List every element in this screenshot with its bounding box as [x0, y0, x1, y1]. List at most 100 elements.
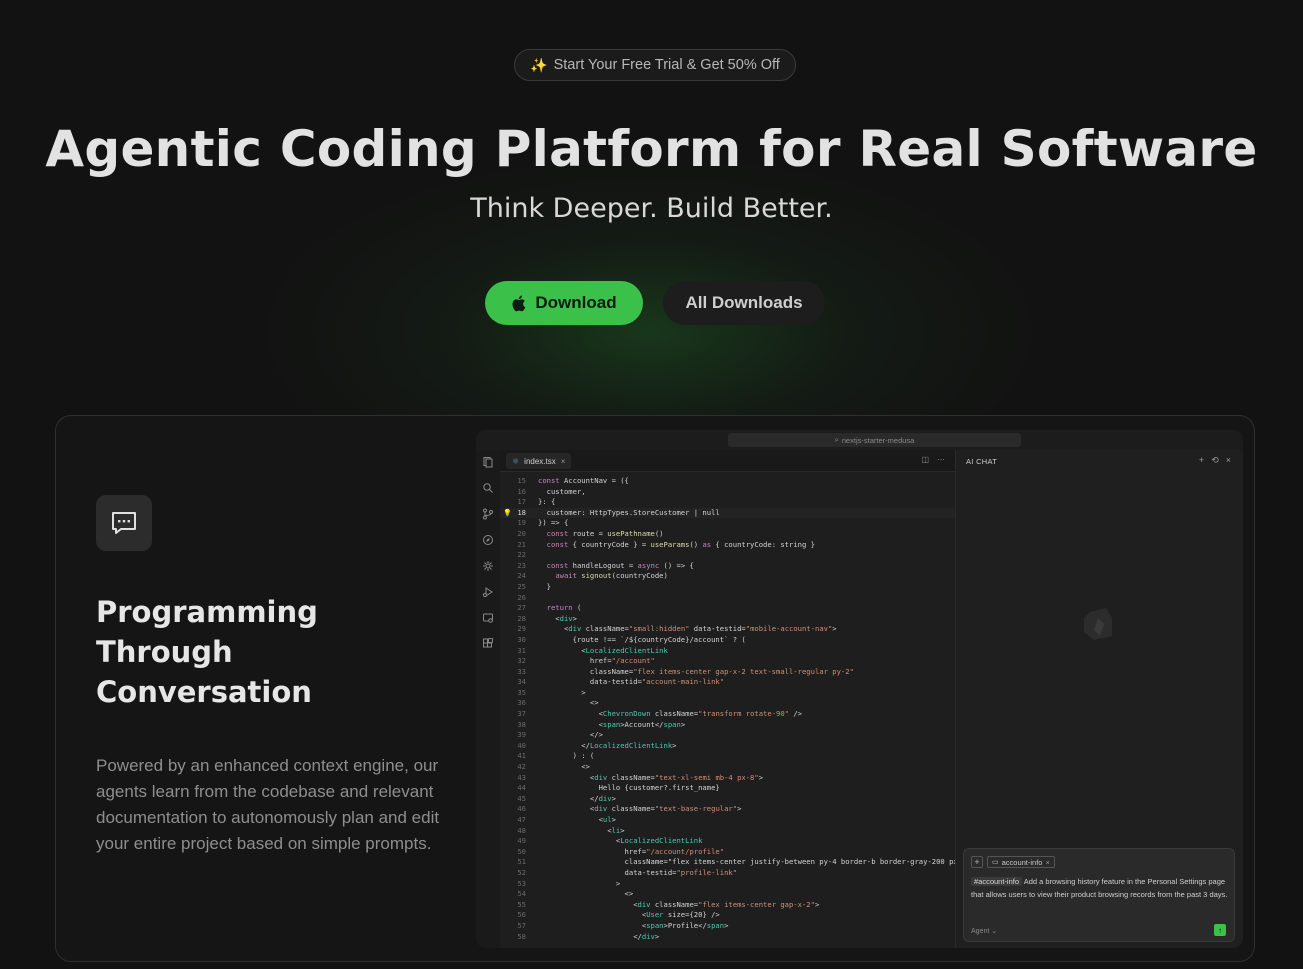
line-number: 50 [517, 846, 526, 856]
split-editor-icon[interactable]: ◫ [921, 455, 929, 464]
code-text: <div className="flex items-center gap-x-… [538, 899, 820, 909]
line-number: 31 [517, 645, 526, 655]
code-lines: 15 const AccountNav = ({16 customer, 17}: … [500, 476, 962, 942]
code-text: href="/account" [538, 656, 655, 666]
all-downloads-button[interactable]: All Downloads [663, 281, 825, 325]
line-number: 49 [517, 836, 526, 846]
line-number: 29 [517, 624, 526, 634]
code-text: <div> [538, 613, 577, 623]
line-number: 39 [517, 730, 526, 740]
history-icon[interactable]: ⟲ [1211, 455, 1219, 466]
code-text: <User size={20} /> [538, 910, 720, 920]
chat-bubble-icon [96, 495, 152, 551]
search-icon[interactable] [482, 482, 494, 494]
code-line: 36 <> [500, 698, 955, 709]
line-number: 20 [517, 528, 526, 538]
line-number: 43 [517, 772, 526, 782]
code-line: 17}: { [500, 497, 955, 508]
agent-mode-select[interactable]: Agent ⌄ [971, 927, 997, 935]
code-line: 41 ) : ( [500, 751, 955, 762]
code-line: 15 const AccountNav = ({ [500, 476, 955, 487]
extensions-icon[interactable] [482, 638, 494, 650]
code-line: 50 href="/account/profile" [500, 847, 955, 858]
compass-icon[interactable] [482, 534, 494, 546]
code-editor[interactable]: ⚛ index.tsx × ◫ ⋯ 15 const AccountNav = (… [500, 450, 962, 948]
ide-screenshot: ⌕ nextjs-starter-medusa ⚛ index.tsx × ◫ … [476, 430, 1243, 948]
code-text: const { countryCode } = useParams() as {… [546, 539, 815, 549]
code-text: </div> [538, 931, 660, 941]
code-text: const handleLogout = async () => { [546, 560, 694, 570]
code-line: 52 data-testid="profile-link" [500, 868, 955, 879]
code-line: 19}) => { [500, 518, 955, 529]
mode-label: Agent [971, 928, 990, 935]
code-text: const AccountNav = ({ [538, 476, 629, 485]
react-file-icon: ⚛ [512, 456, 520, 466]
context-chip-label: account-info [1001, 857, 1043, 867]
line-number: 53 [517, 878, 526, 888]
code-line: 38 <span>Account</span> [500, 720, 955, 731]
code-line: 40 </LocalizedClientLink> [500, 741, 955, 752]
files-icon[interactable] [482, 456, 494, 468]
more-icon[interactable]: ⋯ [937, 455, 945, 464]
ide-search-bar[interactable]: ⌕ nextjs-starter-medusa [728, 433, 1021, 447]
chat-input-text[interactable]: #account-info Add a browsing history fea… [971, 875, 1229, 901]
line-number: 54 [517, 889, 526, 899]
code-line: 33 className="flex items-center gap-x-2 … [500, 667, 955, 678]
line-number: 25 [517, 581, 526, 591]
line-number: 33 [517, 666, 526, 676]
close-icon[interactable]: × [1045, 858, 1049, 867]
code-line: 35 > [500, 688, 955, 699]
remote-icon[interactable] [482, 612, 494, 624]
close-icon[interactable]: × [561, 457, 566, 466]
code-line: 49 <LocalizedClientLink [500, 836, 955, 847]
code-text: <span>Account</span> [538, 719, 686, 729]
tab-index-tsx[interactable]: ⚛ index.tsx × [506, 453, 572, 469]
new-chat-icon[interactable]: + [1199, 455, 1204, 466]
download-button[interactable]: Download [485, 281, 643, 325]
line-number: 35 [517, 687, 526, 697]
close-icon[interactable]: × [1226, 455, 1231, 466]
lightbulb-icon[interactable]: 💡 [503, 508, 512, 519]
chat-input-box[interactable]: + ▭ account-info × #account-info Add a b… [963, 848, 1235, 942]
code-line: 46 <div className="text-base-regular"> [500, 804, 955, 815]
context-chip[interactable]: ▭ account-info × [987, 856, 1055, 868]
line-number: 26 [517, 592, 526, 602]
line-number: 36 [517, 698, 526, 708]
code-text: className="flex items-center justify-bet… [538, 857, 963, 867]
code-text: <> [538, 762, 590, 772]
code-text: ) : ( [538, 751, 595, 761]
code-line: 28 <div> [500, 614, 955, 625]
context-tag: #account-info [971, 877, 1023, 886]
line-number: 52 [517, 867, 526, 877]
code-text: href="/account/profile" [538, 846, 725, 856]
apple-icon [512, 295, 526, 311]
chat-title: AI CHAT [966, 457, 998, 466]
line-number: 37 [517, 709, 526, 719]
line-number: 41 [517, 751, 526, 761]
source-control-icon[interactable] [482, 508, 494, 520]
code-line: 45 </div> [500, 794, 955, 805]
ide-search-text: nextjs-starter-medusa [841, 435, 915, 445]
line-number: 23 [517, 560, 526, 570]
promo-pill[interactable]: ✨ Start Your Free Trial & Get 50% Off [514, 49, 796, 81]
line-number: 58 [517, 931, 526, 941]
code-text: <div className="text-base-regular"> [538, 804, 742, 814]
line-number: 47 [517, 815, 526, 824]
line-number: 24 [517, 571, 526, 581]
line-number: 46 [517, 804, 526, 814]
send-button[interactable]: ↑ [1214, 924, 1226, 936]
line-number: 30 [517, 634, 526, 644]
line-number: 56 [517, 910, 526, 920]
code-line: 29 <div className="small:hidden" data-te… [500, 624, 955, 635]
code-line: 47 <ul> [500, 815, 955, 826]
code-line: 31 <LocalizedClientLink [500, 646, 955, 657]
code-text: await signout(countryCode) [555, 571, 668, 581]
settings-gear-icon[interactable] [482, 560, 494, 572]
hero-subtitle: Think Deeper. Build Better. [470, 193, 833, 224]
code-line: 26 [500, 593, 955, 604]
run-debug-icon[interactable] [482, 586, 494, 598]
all-downloads-label: All Downloads [685, 293, 803, 312]
code-line: 32 href="/account" [500, 656, 955, 667]
assistant-logo-icon [1084, 608, 1112, 640]
add-context-button[interactable]: + [971, 856, 983, 868]
